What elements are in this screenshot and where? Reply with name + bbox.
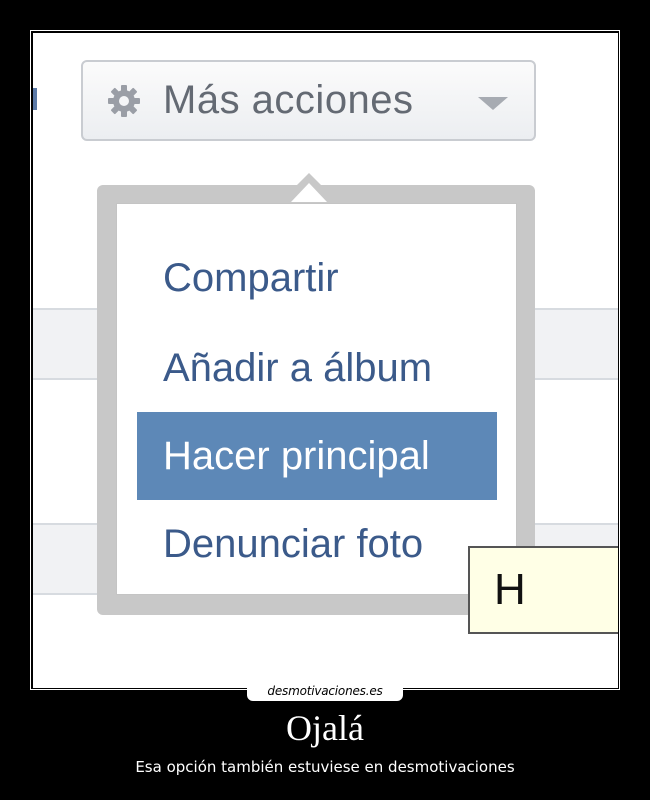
menu-item-label: Hacer principal [163, 433, 430, 478]
menu-item-label: Denunciar foto [163, 521, 424, 566]
menu-item-label: Compartir [163, 255, 339, 300]
page-fragment [33, 88, 37, 110]
caret-down-icon [478, 97, 508, 116]
menu-item-label: Añadir a álbum [163, 345, 433, 390]
menu-item-share[interactable]: Compartir [137, 234, 497, 322]
poster-subtitle: Esa opción también estuviese en desmotiv… [135, 758, 515, 776]
site-watermark: desmotivaciones.es [247, 681, 403, 701]
screenshot-panel: Más acciones Compartir Añadir a álbum Ha… [33, 33, 618, 688]
actions-dropdown-menu: Compartir Añadir a álbum Hacer principal… [116, 203, 517, 595]
more-actions-label: Más acciones [163, 78, 414, 122]
menu-item-make-primary[interactable]: Hacer principal [137, 412, 497, 500]
more-actions-button[interactable]: Más acciones [81, 60, 536, 141]
menu-item-add-to-album[interactable]: Añadir a álbum [137, 324, 497, 412]
dropdown-pointer-inner [291, 183, 327, 202]
tooltip: H [468, 546, 618, 634]
tooltip-text: H [494, 565, 526, 614]
menu-item-report-photo[interactable]: Denunciar foto [137, 500, 497, 588]
gear-icon [105, 82, 143, 120]
poster-title: Ojalá [286, 708, 364, 748]
